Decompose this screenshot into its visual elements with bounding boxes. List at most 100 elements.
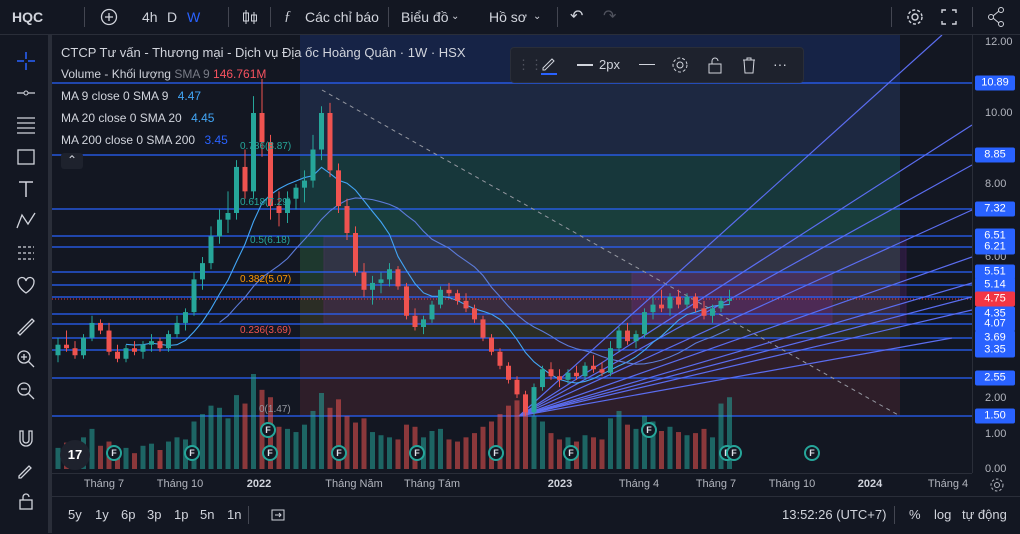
collapse-legend-button[interactable]: ⌃ [61, 153, 83, 169]
text-icon[interactable] [14, 177, 38, 201]
crosshair-icon[interactable] [14, 49, 38, 73]
earnings-marker-icon[interactable]: F [804, 445, 820, 461]
candle-body [132, 348, 137, 352]
compare-add-icon[interactable] [100, 0, 118, 34]
candles-icon[interactable] [240, 0, 260, 34]
interval-4h[interactable]: 4h [142, 0, 158, 34]
unlock-icon[interactable] [707, 56, 723, 74]
range-5d[interactable]: 5n [200, 507, 214, 522]
price-level-badge[interactable]: 6.21 [975, 239, 1015, 255]
range-1y[interactable]: 1y [95, 507, 109, 522]
auto-scale-toggle[interactable]: tự động [962, 507, 1007, 522]
share-icon[interactable] [986, 0, 1006, 34]
earnings-marker-icon[interactable]: F [409, 445, 425, 461]
undo-icon[interactable]: ↶ [570, 0, 583, 34]
candle-body [540, 369, 545, 388]
tradingview-logo-icon[interactable]: 17 [60, 440, 90, 470]
date-range-icon[interactable] [270, 507, 286, 523]
heart-icon[interactable] [14, 273, 38, 297]
chart-pane[interactable]: CTCP Tư vấn - Thương mại - Dịch vụ Địa ố… [52, 35, 972, 473]
price-level-badge[interactable]: 1.50 [975, 408, 1015, 424]
ma20-legend[interactable]: MA 20 close 0 SMA 20 4.45 [61, 111, 214, 125]
percent-toggle[interactable]: % [909, 507, 921, 522]
lock-drawing-icon[interactable] [14, 457, 38, 481]
fullscreen-icon[interactable] [940, 0, 958, 34]
time-axis[interactable]: Tháng 7 Tháng 10 2022 Tháng Năm Tháng Tám 202… [52, 473, 972, 496]
lock-icon[interactable] [14, 489, 38, 513]
earnings-marker-icon[interactable]: F [563, 445, 579, 461]
prediction-icon[interactable] [14, 241, 38, 265]
more-icon[interactable]: ··· [773, 56, 787, 72]
fib-retracement-icon[interactable] [14, 113, 38, 137]
range-6m[interactable]: 6p [121, 507, 135, 522]
earnings-marker-icon[interactable]: F [331, 445, 347, 461]
chevron-down-icon[interactable]: ⌄ [533, 0, 541, 34]
redo-icon[interactable]: ↷ [603, 0, 616, 34]
price-level-badge[interactable]: 8.85 [975, 147, 1015, 163]
range-5y[interactable]: 5y [68, 507, 82, 522]
indicators-button[interactable]: Các chỉ báo [305, 0, 379, 34]
volume-legend[interactable]: Volume - Khối lượng SMA 9 146.761M [61, 67, 266, 81]
price-level-badge[interactable]: 7.32 [975, 201, 1015, 217]
candle-body [353, 233, 358, 273]
chevron-down-icon[interactable]: ⌄ [451, 0, 459, 34]
volume-bar [608, 418, 613, 469]
profile-button[interactable]: Hồ sơ [489, 0, 527, 34]
candle-body [667, 296, 673, 309]
gear-icon[interactable] [905, 0, 925, 34]
price-axis[interactable]: 12.0010.008.006.004.002.001.000.0010.898… [972, 35, 1020, 475]
clock-timezone[interactable]: 13:52:26 (UTC+7) [782, 507, 886, 522]
price-level-badge[interactable]: 4.07 [975, 316, 1015, 332]
earnings-marker-icon[interactable]: F [488, 445, 504, 461]
earnings-marker-icon[interactable]: F [726, 445, 742, 461]
indicators-fx-icon[interactable]: ƒ [284, 0, 291, 34]
price-level-badge[interactable]: 2.55 [975, 370, 1015, 386]
pattern-icon[interactable] [14, 209, 38, 233]
zoom-in-icon[interactable] [14, 347, 38, 371]
candle-body [106, 330, 112, 352]
candle-body [608, 348, 613, 373]
interval-w[interactable]: W [187, 0, 200, 34]
range-1d[interactable]: 1n [227, 507, 241, 522]
range-1m[interactable]: 1p [174, 507, 188, 522]
volume-bar [676, 432, 681, 469]
candle-body [157, 341, 163, 349]
fib-zone [300, 83, 900, 155]
earnings-marker-icon[interactable]: F [641, 422, 657, 438]
volume-bar [285, 428, 290, 469]
earnings-marker-icon[interactable]: F [262, 445, 278, 461]
line-width-icon[interactable] [577, 64, 593, 66]
ma200-legend[interactable]: MA 200 close 0 SMA 200 3.45 [61, 133, 228, 147]
price-level-badge[interactable]: 3.35 [975, 342, 1015, 358]
candle-body [259, 113, 265, 143]
earnings-marker-icon[interactable]: F [106, 445, 122, 461]
earnings-marker-icon[interactable]: F [184, 445, 200, 461]
chart-layout-button[interactable]: Biểu đồ [401, 0, 448, 34]
divider [84, 7, 85, 27]
volume-bar [140, 445, 146, 469]
price-level-badge[interactable]: 10.89 [975, 75, 1015, 91]
line-width-label[interactable]: 2px [599, 57, 620, 72]
ruler-icon[interactable] [14, 315, 38, 339]
trend-line-icon[interactable] [14, 81, 38, 105]
log-toggle[interactable]: log [934, 507, 951, 522]
zoom-out-icon[interactable] [14, 379, 38, 403]
volume-bar [395, 439, 401, 469]
volume-bar [701, 428, 707, 469]
pencil-color-icon[interactable] [539, 54, 559, 76]
current-price-badge[interactable]: 4.75 [975, 291, 1015, 307]
range-3m[interactable]: 3p [147, 507, 161, 522]
line-style-icon[interactable] [639, 64, 655, 65]
ma9-legend[interactable]: MA 9 close 0 SMA 9 4.47 [61, 89, 201, 103]
fib-level-label: 0(1.47) [259, 404, 291, 416]
trash-icon[interactable] [741, 56, 757, 74]
magnet-icon[interactable] [14, 427, 38, 451]
price-tick-label: 0.00 [985, 463, 1007, 475]
gear-icon[interactable] [989, 477, 1005, 493]
earnings-marker-icon[interactable]: F [260, 422, 276, 438]
volume-bar [242, 403, 248, 469]
gear-icon[interactable] [671, 56, 689, 74]
rectangle-icon[interactable] [14, 145, 38, 169]
symbol-search[interactable]: HQC [12, 0, 43, 34]
interval-d[interactable]: D [167, 0, 177, 34]
